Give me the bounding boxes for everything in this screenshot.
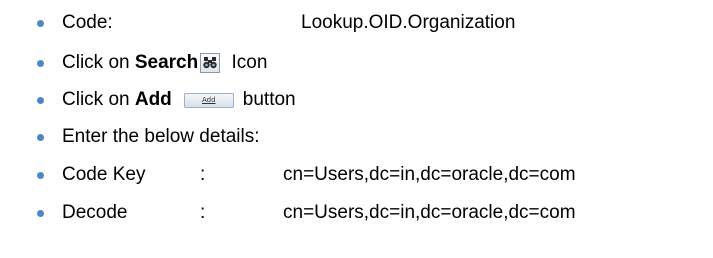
click-on-prefix: Click on (62, 52, 135, 73)
bullet-icon (37, 134, 44, 141)
click-add-text: Click on Add Add button (62, 86, 296, 114)
decode-label: Decode (62, 202, 128, 223)
list-item-click-add: Click on Add Add button (0, 86, 713, 114)
add-button[interactable]: Add (183, 92, 234, 108)
code-label: Code: (62, 12, 113, 33)
list-item-decode: Decode : cn=Users,dc=in,dc=oracle,dc=com (0, 199, 713, 227)
code-key-value: cn=Users,dc=in,dc=oracle,dc=com (283, 164, 576, 185)
list-item-code: Code: Lookup.OID.Organization (0, 9, 713, 37)
click-search-text: Click on Search Icon (62, 49, 267, 77)
button-suffix: button (242, 89, 296, 110)
bullet-icon (37, 210, 44, 217)
bullet-icon (37, 172, 44, 179)
decode-colon: : (200, 202, 206, 223)
code-key-colon: : (200, 164, 206, 185)
bullet-icon (37, 97, 44, 104)
binoculars-search-icon[interactable] (200, 53, 221, 73)
search-bold-label: Search (134, 52, 199, 73)
code-value: Lookup.OID.Organization (301, 12, 516, 33)
bullet-icon (37, 60, 44, 67)
enter-details-text: Enter the below details: (62, 126, 260, 147)
list-item-enter-details: Enter the below details: (0, 123, 713, 151)
bullet-icon (37, 20, 44, 27)
decode-value: cn=Users,dc=in,dc=oracle,dc=com (283, 202, 576, 223)
icon-suffix: Icon (226, 52, 268, 73)
click-on-prefix: Click on (62, 89, 135, 110)
code-key-label: Code Key (62, 164, 146, 185)
add-bold-label: Add (134, 89, 172, 110)
list-item-code-key: Code Key : cn=Users,dc=in,dc=oracle,dc=c… (0, 161, 713, 189)
list-item-click-search: Click on Search Icon (0, 49, 713, 77)
